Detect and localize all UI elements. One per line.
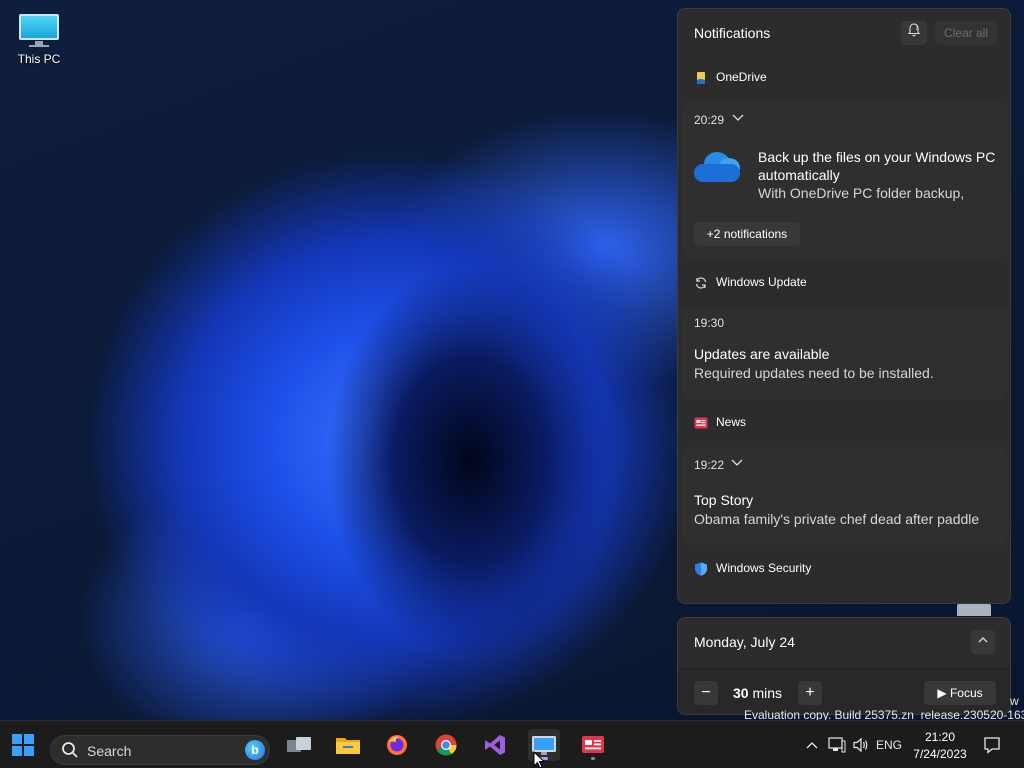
notification-body: With OneDrive PC folder backup, [758, 185, 965, 201]
app-header-onedrive[interactable]: OneDrive [678, 60, 1010, 96]
notification-card-windows-update[interactable]: 19:30 Updates are available Required upd… [682, 307, 1007, 399]
shield-icon [694, 562, 708, 576]
notification-center-button[interactable] [980, 721, 1004, 768]
notification-card-news[interactable]: 19:22 Top Story Obama family's private c… [682, 447, 1007, 545]
folder-icon [336, 738, 360, 754]
firefox-icon [387, 735, 407, 755]
app-header-news[interactable]: News [678, 405, 1010, 441]
clear-all-button[interactable]: Clear all [935, 21, 997, 45]
desktop-icon-this-pc[interactable]: This PC [8, 8, 70, 66]
chevron-up-icon [806, 742, 818, 749]
chrome-button[interactable] [430, 729, 462, 761]
news-icon [694, 416, 708, 430]
notification-body: Required updates need to be installed. [694, 365, 934, 381]
desktop-icon-label: This PC [17, 52, 61, 66]
language-indicator[interactable]: ENG [874, 721, 904, 768]
search-icon [61, 741, 79, 759]
chevron-up-icon[interactable] [971, 630, 995, 654]
volume-button[interactable] [850, 721, 872, 768]
app-name: Windows Update [716, 275, 807, 289]
app-name: OneDrive [716, 70, 767, 84]
chrome-icon [435, 734, 457, 756]
show-hidden-icons-button[interactable] [802, 721, 822, 768]
notification-time: 20:29 [694, 113, 725, 127]
calendar-date: Monday, July 24 [694, 634, 795, 650]
news-app-button[interactable] [577, 729, 609, 761]
bing-icon[interactable]: b [245, 740, 265, 760]
focus-duration-unit: mins [752, 685, 783, 701]
app-header-windows-security[interactable]: Windows Security [678, 551, 1010, 587]
notification-header: Notifications z Clear all [678, 9, 1010, 59]
file-explorer-button[interactable] [332, 729, 364, 761]
notification-title: Top Story [694, 492, 754, 508]
mouse-cursor-icon [533, 751, 545, 768]
task-view-button[interactable] [283, 729, 315, 761]
visual-studio-button[interactable] [479, 729, 511, 761]
notification-bell-icon [984, 737, 1000, 754]
taskbar: Search b ENG 21:20 7/24/2023 [0, 720, 1024, 768]
notification-center: Notifications z Clear all OneDrive 20:29… [677, 8, 1011, 604]
notification-title-line: automatically [758, 167, 840, 183]
play-icon: ▶ [937, 686, 947, 700]
recycle-bin-icon[interactable] [957, 604, 991, 616]
notification-body: Obama family's private chef dead after p… [694, 511, 980, 527]
search-placeholder: Search [87, 743, 132, 759]
notification-title: Updates are available [694, 346, 830, 362]
search-bar[interactable]: Search b [50, 735, 270, 765]
notification-title: Notifications [694, 25, 771, 41]
focus-duration-value: 30 [733, 685, 749, 701]
focus-button-label: Focus [949, 686, 983, 700]
task-view-icon [287, 737, 311, 752]
notification-title-line: Back up the files on your Windows PC [758, 149, 996, 165]
chevron-down-icon[interactable] [732, 112, 744, 125]
start-button[interactable] [7, 729, 39, 761]
more-notifications-button[interactable]: +2 notifications [694, 222, 800, 246]
increase-focus-button[interactable]: + [798, 681, 822, 705]
calendar-header: Monday, July 24 [678, 618, 1010, 668]
refresh-icon [694, 276, 708, 290]
chevron-down-icon[interactable] [731, 457, 743, 470]
clock[interactable]: 21:20 7/24/2023 [906, 729, 974, 763]
clock-date: 7/24/2023 [913, 747, 967, 761]
news-icon [582, 736, 604, 753]
app-name: Windows Security [716, 561, 812, 575]
network-icon [828, 737, 846, 753]
notification-card-onedrive[interactable]: 20:29 Back up the files on your Windows … [682, 102, 1007, 258]
app-name: News [716, 415, 747, 429]
speaker-icon [853, 737, 868, 753]
onedrive-cloud-icon [694, 150, 744, 184]
decrease-focus-button[interactable]: − [694, 681, 718, 705]
do-not-disturb-icon[interactable]: z [901, 21, 927, 45]
windows-logo-icon [12, 734, 34, 756]
focus-duration: 30 mins [733, 685, 782, 701]
watermark-line1: w [1010, 694, 1019, 708]
firefox-button[interactable] [381, 729, 413, 761]
notification-time: 19:30 [694, 316, 725, 330]
focus-button[interactable]: ▶ Focus [924, 681, 996, 705]
svg-text:z: z [916, 26, 919, 32]
visual-studio-icon [485, 735, 505, 755]
notification-time: 19:22 [694, 458, 725, 472]
calendar-panel: Monday, July 24 − 30 mins + ▶ Focus [677, 617, 1011, 715]
clock-time: 21:20 [924, 730, 956, 744]
network-button[interactable] [826, 721, 848, 768]
onedrive-icon [694, 71, 708, 85]
notification-title: Back up the files on your Windows PC aut… [758, 148, 1003, 184]
computer-monitor-icon [17, 12, 61, 47]
app-header-windows-update[interactable]: Windows Update [678, 265, 1010, 301]
